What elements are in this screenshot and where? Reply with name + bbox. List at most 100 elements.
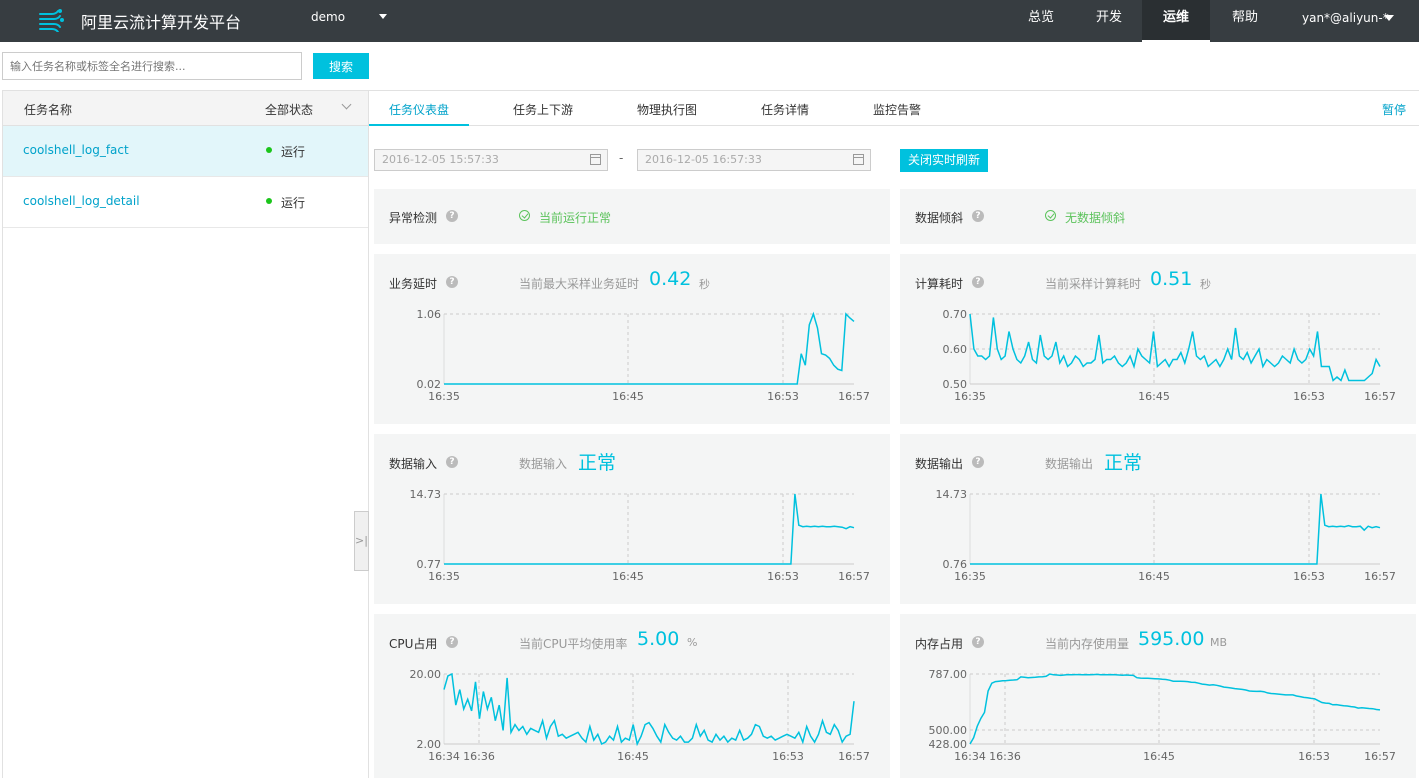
x-tick-label: 16:36 — [989, 750, 1021, 763]
x-tick-label: 16:34 — [428, 750, 460, 763]
x-tick-label: 16:53 — [1293, 570, 1325, 583]
check-circle-icon — [1045, 210, 1056, 221]
logo-icon[interactable] — [38, 8, 64, 32]
compute-time-chart: 16:35 16:45 16:53 16:57 0.70 0.60 0.50 — [943, 308, 1396, 403]
brand-title[interactable]: 阿里云流计算开发平台 — [81, 9, 241, 33]
status-filter[interactable]: 全部状态 — [265, 101, 313, 118]
panel-title: 异常检测 — [389, 211, 438, 225]
check-circle-icon — [519, 210, 530, 221]
x-tick-label: 16:45 — [617, 750, 649, 763]
chart-panel: 业务延时 ? 当前最大采样业务延时 0.42 秒 16:35 16:45 16:53… — [374, 254, 890, 424]
top-navbar: 阿里云流计算开发平台 demo 总览 开发 运维 帮助 yan*@aliyun-… — [0, 0, 1419, 42]
x-tick-label: 16:35 — [954, 570, 986, 583]
nav-develop[interactable]: 开发 — [1084, 0, 1134, 42]
tab-lineage[interactable]: 任务上下游 — [513, 101, 573, 118]
tab-alerts[interactable]: 监控告警 — [873, 101, 921, 118]
series-line — [969, 313, 1381, 382]
x-tick-label: 16:53 — [772, 750, 804, 763]
status-text: 无数据倾斜 — [1065, 211, 1126, 225]
x-tick-label: 16:45 — [612, 570, 644, 583]
start-date-input[interactable]: 2016-12-05 15:57:33 — [374, 149, 608, 171]
x-tick-label: 16:57 — [838, 750, 870, 763]
y-tick-label: 0.76 — [943, 558, 968, 571]
end-date-input[interactable]: 2016-12-05 16:57:33 — [637, 149, 871, 171]
y-tick-label: 1.06 — [417, 308, 442, 321]
x-tick-label: 16:57 — [1364, 750, 1396, 763]
panel-title: 数据倾斜 — [915, 211, 964, 225]
calendar-icon[interactable] — [590, 154, 601, 165]
help-icon[interactable]: ? — [446, 210, 458, 222]
task-name-link[interactable]: coolshell_log_fact — [23, 143, 129, 157]
y-tick-label: 14.73 — [936, 488, 968, 501]
search-button[interactable]: 搜索 — [313, 53, 369, 79]
caret-down-icon[interactable] — [1384, 15, 1394, 21]
x-tick-label: 16:45 — [1143, 750, 1175, 763]
y-tick-label: 0.50 — [943, 378, 968, 391]
pause-button[interactable]: 暂停 — [1382, 101, 1406, 118]
series-line — [444, 493, 855, 565]
help-icon[interactable]: ? — [972, 210, 984, 222]
series-line — [444, 311, 855, 385]
project-selector[interactable]: demo — [311, 10, 345, 24]
user-menu[interactable]: yan*@aliyun-* — [1302, 11, 1389, 25]
cpu-chart: 16:34 16:36 16:45 16:53 16:57 20.00 2.00 — [410, 668, 870, 763]
series-line — [969, 673, 1381, 745]
x-tick-label: 16:53 — [1293, 390, 1325, 403]
nav-overview[interactable]: 总览 — [1016, 0, 1066, 42]
date-separator: - — [619, 151, 624, 165]
x-tick-label: 16:45 — [612, 390, 644, 403]
task-list-header: 任务名称 全部状态 — [3, 91, 368, 126]
task-name-link[interactable]: coolshell_log_detail — [23, 194, 140, 208]
anomaly-panel: 异常检测 ? 当前运行正常 — [374, 189, 890, 244]
chart-panel: 计算耗时 ? 当前采样计算耗时 0.51 秒 16:35 16:45 16:53 16… — [900, 254, 1416, 424]
x-tick-label: 16:35 — [954, 390, 986, 403]
nav-operations[interactable]: 运维 — [1142, 0, 1210, 42]
latency-chart: 16:35 16:45 16:53 16:57 1.06 0.02 — [417, 308, 870, 403]
x-tick-label: 16:45 — [1138, 570, 1170, 583]
column-task-name: 任务名称 — [24, 103, 73, 117]
y-tick-label: 0.70 — [943, 308, 968, 321]
task-row[interactable]: coolshell_log_detail 运行 — [3, 177, 368, 228]
chart-panel: 内存占用 ? 当前内存使用量 595.00 MB 16:34 16:36 16:45… — [900, 614, 1416, 778]
x-tick-label: 16:36 — [463, 750, 495, 763]
series-line — [443, 672, 855, 747]
x-tick-label: 16:35 — [428, 570, 460, 583]
collapse-sidebar-icon[interactable]: >| — [354, 511, 369, 571]
output-chart: 16:35 16:45 16:53 16:57 14.73 0.76 — [936, 488, 1396, 583]
y-tick-label: 0.60 — [943, 343, 968, 356]
y-tick-label: 20.00 — [410, 668, 442, 681]
chart-panel: CPU占用 ? 当前CPU平均使用率 5.00 % 16:34 16:36 16:4… — [374, 614, 890, 778]
x-tick-label: 16:35 — [428, 390, 460, 403]
caret-down-icon[interactable] — [379, 14, 387, 19]
nav-help[interactable]: 帮助 — [1220, 0, 1270, 42]
toggle-refresh-button[interactable]: 关闭实时刷新 — [900, 149, 988, 172]
tab-task-detail[interactable]: 任务详情 — [761, 101, 809, 118]
end-date-value: 2016-12-05 16:57:33 — [645, 153, 762, 166]
chevron-down-icon[interactable] — [341, 99, 352, 110]
y-tick-label: 2.00 — [417, 738, 442, 751]
start-date-value: 2016-12-05 15:57:33 — [382, 153, 499, 166]
task-list-panel: 任务名称 全部状态 coolshell_log_fact 运行 coolshel… — [2, 90, 369, 778]
x-tick-label: 16:57 — [1364, 570, 1396, 583]
y-tick-label: 14.73 — [410, 488, 442, 501]
tab-bar: 任务仪表盘 任务上下游 物理执行图 任务详情 监控告警 — [369, 90, 1419, 126]
memory-chart: 16:34 16:36 16:45 16:53 16:57 787.00 500.00428… — [929, 668, 1396, 763]
y-tick-label: 428.00 — [929, 738, 968, 751]
status-dot-icon — [266, 198, 272, 204]
task-row[interactable]: coolshell_log_fact 运行 — [3, 126, 368, 177]
tab-physical-plan[interactable]: 物理执行图 — [637, 101, 697, 118]
x-tick-label: 16:53 — [767, 390, 799, 403]
x-tick-label: 16:57 — [1364, 390, 1396, 403]
y-tick-label: 0.02 — [417, 378, 442, 391]
x-tick-label: 16:53 — [1298, 750, 1330, 763]
status-dot-icon — [266, 147, 272, 153]
y-tick-label: 0.77 — [417, 558, 442, 571]
series-line — [970, 493, 1381, 565]
search-input[interactable] — [2, 52, 302, 80]
calendar-icon[interactable] — [853, 154, 864, 165]
y-tick-label: 500.00 — [929, 724, 968, 737]
tab-dashboard[interactable]: 任务仪表盘 — [389, 101, 449, 118]
status-text: 当前运行正常 — [539, 211, 612, 225]
x-tick-label: 16:57 — [838, 390, 870, 403]
skew-panel: 数据倾斜 ? 无数据倾斜 — [900, 189, 1416, 244]
